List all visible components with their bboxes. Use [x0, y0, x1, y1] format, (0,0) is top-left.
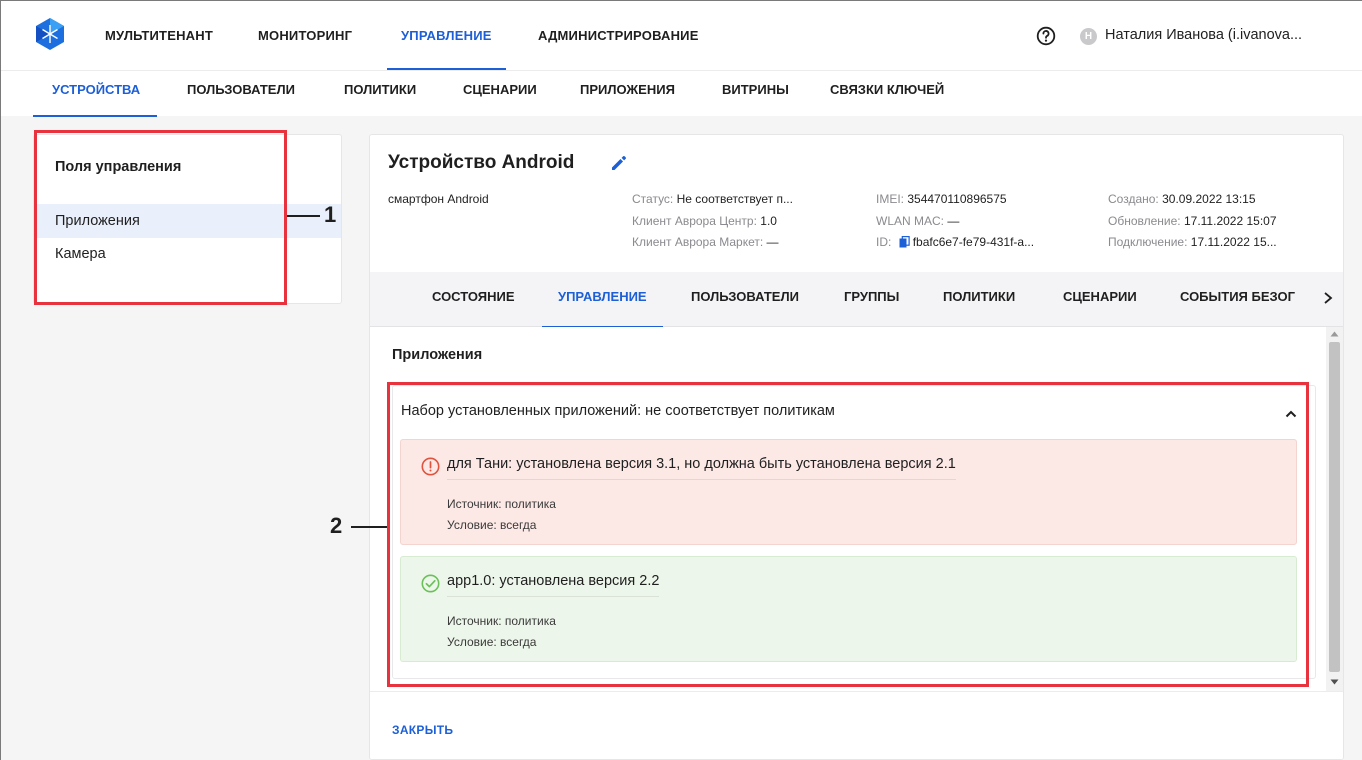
top-nav-management[interactable]: УПРАВЛЕНИЕ — [387, 0, 506, 70]
top-nav-administration[interactable]: АДМИНИСТРИРОВАНИЕ — [538, 0, 699, 70]
card-footer: ЗАКРЫТЬ — [370, 691, 1343, 759]
installed-apps-accordion: Набор установленных приложений: не соотв… — [392, 385, 1316, 679]
subnav-storefronts[interactable]: ВИТРИНЫ — [722, 71, 789, 117]
subnav-policies[interactable]: ПОЛИТИКИ — [344, 71, 416, 117]
question-circle-icon[interactable] — [1036, 26, 1056, 46]
subnav-scenarios[interactable]: СЦЕНАРИИ — [463, 71, 537, 117]
close-button[interactable]: ЗАКРЫТЬ — [392, 723, 453, 737]
check-circle-icon — [421, 574, 440, 593]
app-entry-ok: app1.0: установлена версия 2.2 Источник:… — [400, 556, 1297, 662]
top-nav-multitenant[interactable]: МУЛЬТИТЕНАНТ — [105, 0, 213, 70]
top-header: МУЛЬТИТЕНАНТ МОНИТОРИНГ УПРАВЛЕНИЕ АДМИН… — [0, 0, 1362, 70]
panel-item-camera[interactable]: Камера — [34, 237, 341, 271]
app-entry-error: для Тани: установлена версия 3.1, но дол… — [400, 439, 1297, 545]
subnav-devices[interactable]: УСТРОЙСТВА — [32, 71, 158, 117]
chevron-up-icon[interactable] — [1284, 407, 1298, 421]
accordion-header[interactable]: Набор установленных приложений: не соотв… — [401, 403, 835, 419]
annotation-line-2 — [351, 526, 387, 528]
tab-users[interactable]: ПОЛЬЗОВАТЕЛИ — [691, 272, 799, 327]
device-imei: IMEI: 354470110896575 — [876, 192, 1007, 206]
chevron-right-icon[interactable] — [1322, 291, 1334, 305]
tab-policies[interactable]: ПОЛИТИКИ — [943, 272, 1015, 327]
device-status: Статус: Не соответствует п... — [632, 192, 793, 206]
client-market-version: Клиент Аврора Маркет: — — [632, 235, 779, 249]
entry-source: Источник: политика — [447, 614, 556, 628]
alert-circle-icon — [421, 457, 440, 476]
subnav-users[interactable]: ПОЛЬЗОВАТЕЛИ — [187, 71, 295, 117]
device-title: Устройство Android — [388, 152, 575, 173]
device-updated: Обновление: 17.11.2022 15:07 — [1108, 214, 1277, 228]
entry-condition: Условие: всегда — [447, 518, 537, 532]
annotation-line-1 — [287, 215, 320, 217]
entry-source: Источник: политика — [447, 497, 556, 511]
section-title: Приложения — [392, 347, 483, 363]
device-type: смартфон Android — [388, 192, 489, 206]
entry-condition: Условие: всегда — [447, 635, 537, 649]
tab-state[interactable]: СОСТОЯНИЕ — [432, 272, 515, 327]
entry-title: app1.0: установлена версия 2.2 — [447, 573, 660, 597]
panel-item-applications[interactable]: Приложения — [34, 204, 341, 238]
content-scrollbar[interactable] — [1326, 327, 1343, 691]
device-tabs: СОСТОЯНИЕ УПРАВЛЕНИЕ ПОЛЬЗОВАТЕЛИ ГРУППЫ… — [370, 272, 1343, 328]
scrollbar-thumb[interactable] — [1329, 342, 1340, 672]
management-fields-panel: Поля управления Приложения Камера — [33, 134, 342, 304]
entry-title: для Тани: установлена версия 3.1, но дол… — [447, 456, 956, 480]
scroll-up-icon[interactable] — [1330, 331, 1339, 337]
subnav-keychains[interactable]: СВЯЗКИ КЛЮЧЕЙ — [830, 71, 944, 117]
section-navigation: УСТРОЙСТВА ПОЛЬЗОВАТЕЛИ ПОЛИТИКИ СЦЕНАРИ… — [0, 70, 1362, 117]
device-created: Создано: 30.09.2022 13:15 — [1108, 192, 1256, 206]
top-nav-monitoring[interactable]: МОНИТОРИНГ — [258, 0, 352, 70]
tab-security-events[interactable]: СОБЫТИЯ БЕЗОГ — [1180, 272, 1295, 327]
app-logo-icon[interactable] — [33, 17, 67, 51]
device-card: Устройство Android смартфон Android Стат… — [369, 134, 1344, 760]
panel-title: Поля управления — [55, 159, 182, 175]
device-connected: Подключение: 17.11.2022 15... — [1108, 235, 1277, 249]
tab-scenarios[interactable]: СЦЕНАРИИ — [1063, 272, 1137, 327]
device-id: ID: fbafc6e7-fe79-431f-a... — [876, 235, 1035, 249]
subnav-applications[interactable]: ПРИЛОЖЕНИЯ — [580, 71, 675, 117]
user-avatar[interactable]: Н — [1080, 28, 1097, 45]
management-content: Приложения Набор установленных приложени… — [370, 327, 1343, 691]
pencil-icon[interactable] — [610, 154, 628, 172]
annotation-number-1: 1 — [324, 202, 337, 227]
tab-management[interactable]: УПРАВЛЕНИЕ — [542, 272, 663, 328]
tab-groups[interactable]: ГРУППЫ — [844, 272, 899, 327]
user-name[interactable]: Наталия Иванова (i.ivanova... — [1105, 27, 1302, 43]
copy-icon[interactable] — [899, 236, 910, 248]
device-wlan-mac: WLAN MAC: — — [876, 214, 960, 228]
annotation-number-2: 2 — [330, 513, 343, 538]
scroll-down-icon[interactable] — [1330, 679, 1339, 685]
client-center-version: Клиент Аврора Центр: 1.0 — [632, 214, 777, 228]
